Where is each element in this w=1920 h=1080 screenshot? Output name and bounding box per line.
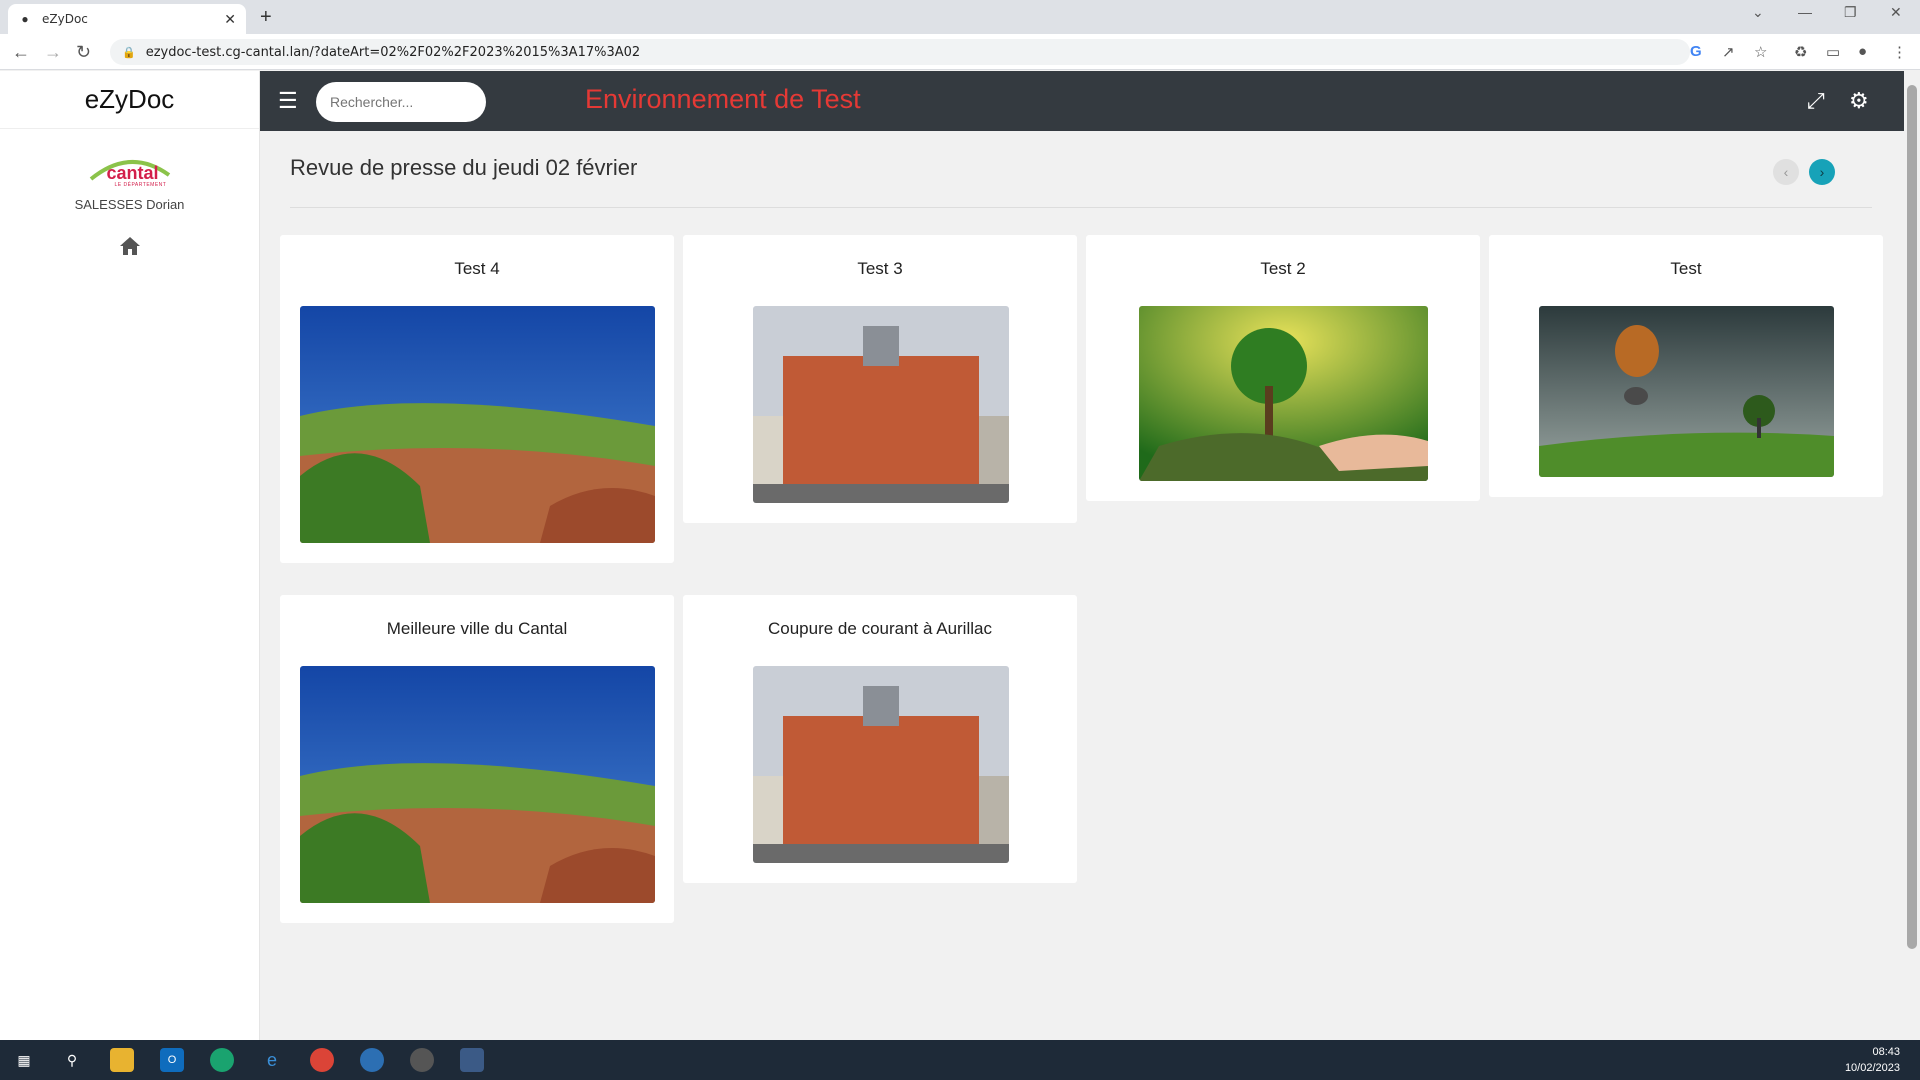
settings-gear-icon[interactable]: ⚙ [1849, 88, 1869, 114]
article-card[interactable]: Test 3 [683, 235, 1077, 523]
app-icon[interactable] [360, 1048, 384, 1072]
reload-icon[interactable]: ↻ [76, 42, 91, 63]
share-icon[interactable]: ↗ [1722, 43, 1735, 61]
tab-title: eZyDoc [42, 12, 88, 26]
clock-date: 10/02/2023 [1844, 1062, 1900, 1074]
logo-text: cantal [106, 163, 159, 183]
internet-explorer-icon[interactable]: e [260, 1048, 284, 1072]
address-bar[interactable]: 🔒 ezydoc-test.cg-cantal.lan/?dateArt=02%… [110, 39, 1690, 65]
browser-tabbar: ● eZyDoc ✕ + ⌄ — ❐ ✕ [0, 0, 1920, 34]
outlook-icon[interactable]: O [160, 1048, 184, 1072]
balloon-elephant-image[interactable] [1539, 306, 1834, 477]
site-favicon-icon: ● [21, 12, 29, 26]
article-card[interactable]: Test 4 [280, 235, 674, 563]
town-hall-image[interactable] [753, 666, 1009, 863]
minimize-icon[interactable]: — [1798, 4, 1812, 20]
town-hall-image[interactable] [753, 306, 1009, 503]
windows-taskbar: ▦ ⚲ O e 08:43 10/02/2023 [0, 1040, 1920, 1080]
article-title: Meilleure ville du Cantal [386, 619, 568, 638]
cantal-logo: cantal LE DÉPARTEMENT [85, 151, 175, 191]
system-clock[interactable]: 08:43 10/02/2023 [1845, 1044, 1900, 1076]
clock-time: 08:43 [1872, 1046, 1900, 1058]
logo-subtext: LE DÉPARTEMENT [114, 182, 167, 188]
edge-icon[interactable] [210, 1048, 234, 1072]
chrome-icon[interactable] [310, 1048, 334, 1072]
tree-in-hand-image[interactable] [1139, 306, 1428, 481]
windows-start-icon[interactable]: ▦ [12, 1048, 36, 1072]
home-icon[interactable] [0, 236, 259, 262]
article-title: Coupure de courant à Aurillac [768, 619, 992, 638]
google-icon[interactable]: G [1690, 43, 1702, 60]
user-name: SALESSES Dorian [74, 197, 185, 212]
vpn-icon[interactable] [410, 1048, 434, 1072]
sidebar: eZyDoc cantal LE DÉPARTEMENT SALESSES Do… [0, 71, 260, 1040]
back-icon[interactable]: ← [12, 42, 30, 63]
landscape-town-image[interactable] [300, 306, 655, 543]
side-panel-icon[interactable]: ▭ [1826, 43, 1840, 61]
page-title: Revue de presse du jeudi 02 février [290, 155, 638, 180]
environment-title: Environnement de Test [585, 84, 861, 114]
article-card[interactable]: Coupure de courant à Aurillac [683, 595, 1077, 883]
taskbar-search-icon[interactable]: ⚲ [60, 1048, 84, 1072]
browser-tab[interactable]: ● eZyDoc ✕ [8, 4, 246, 34]
menu-dots-icon[interactable]: ⋮ [1892, 43, 1907, 61]
restore-icon[interactable]: ❐ [1844, 4, 1857, 21]
article-title: Test [1670, 259, 1702, 278]
hamburger-menu-icon[interactable]: ☰ [278, 88, 298, 114]
article-title: Test 2 [1260, 259, 1306, 278]
fullscreen-icon[interactable]: ⤢ [1807, 88, 1825, 114]
forward-icon[interactable]: → [44, 42, 62, 63]
remote-desktop-icon[interactable] [460, 1048, 484, 1072]
search-input[interactable] [316, 82, 486, 122]
scrollbar-thumb[interactable] [1907, 85, 1917, 949]
divider [290, 207, 1872, 208]
landscape-town-image[interactable] [300, 666, 655, 903]
lock-icon: 🔒 [122, 46, 136, 59]
bookmark-star-icon[interactable]: ☆ [1754, 43, 1767, 61]
article-card[interactable]: Meilleure ville du Cantal [280, 595, 674, 923]
article-title: Test 4 [454, 259, 500, 278]
close-tab-icon[interactable]: ✕ [224, 11, 236, 28]
close-window-icon[interactable]: ✕ [1890, 4, 1902, 21]
new-tab-icon[interactable]: + [260, 6, 272, 29]
tab-search-icon[interactable]: ⌄ [1752, 4, 1764, 21]
next-page-button[interactable]: › [1809, 159, 1835, 185]
article-card[interactable]: Test 2 [1086, 235, 1480, 501]
app-topbar: ☰ Environnement de Test ⤢ ⚙ [260, 71, 1904, 131]
main-content: Revue de presse du jeudi 02 février ‹ › … [260, 131, 1904, 1040]
page-scrollbar[interactable] [1904, 71, 1920, 1040]
app-brand[interactable]: eZyDoc [0, 71, 259, 129]
profile-icon[interactable]: ● [1858, 43, 1867, 60]
article-card[interactable]: Test [1489, 235, 1883, 497]
extensions-icon[interactable]: ♻ [1794, 43, 1807, 61]
previous-page-button[interactable]: ‹ [1773, 159, 1799, 185]
url-text: ezydoc-test.cg-cantal.lan/?dateArt=02%2F… [145, 44, 641, 60]
browser-toolbar: ← → ↻ 🔒 ezydoc-test.cg-cantal.lan/?dateA… [0, 34, 1920, 70]
file-explorer-icon[interactable] [110, 1048, 134, 1072]
article-title: Test 3 [857, 259, 903, 278]
